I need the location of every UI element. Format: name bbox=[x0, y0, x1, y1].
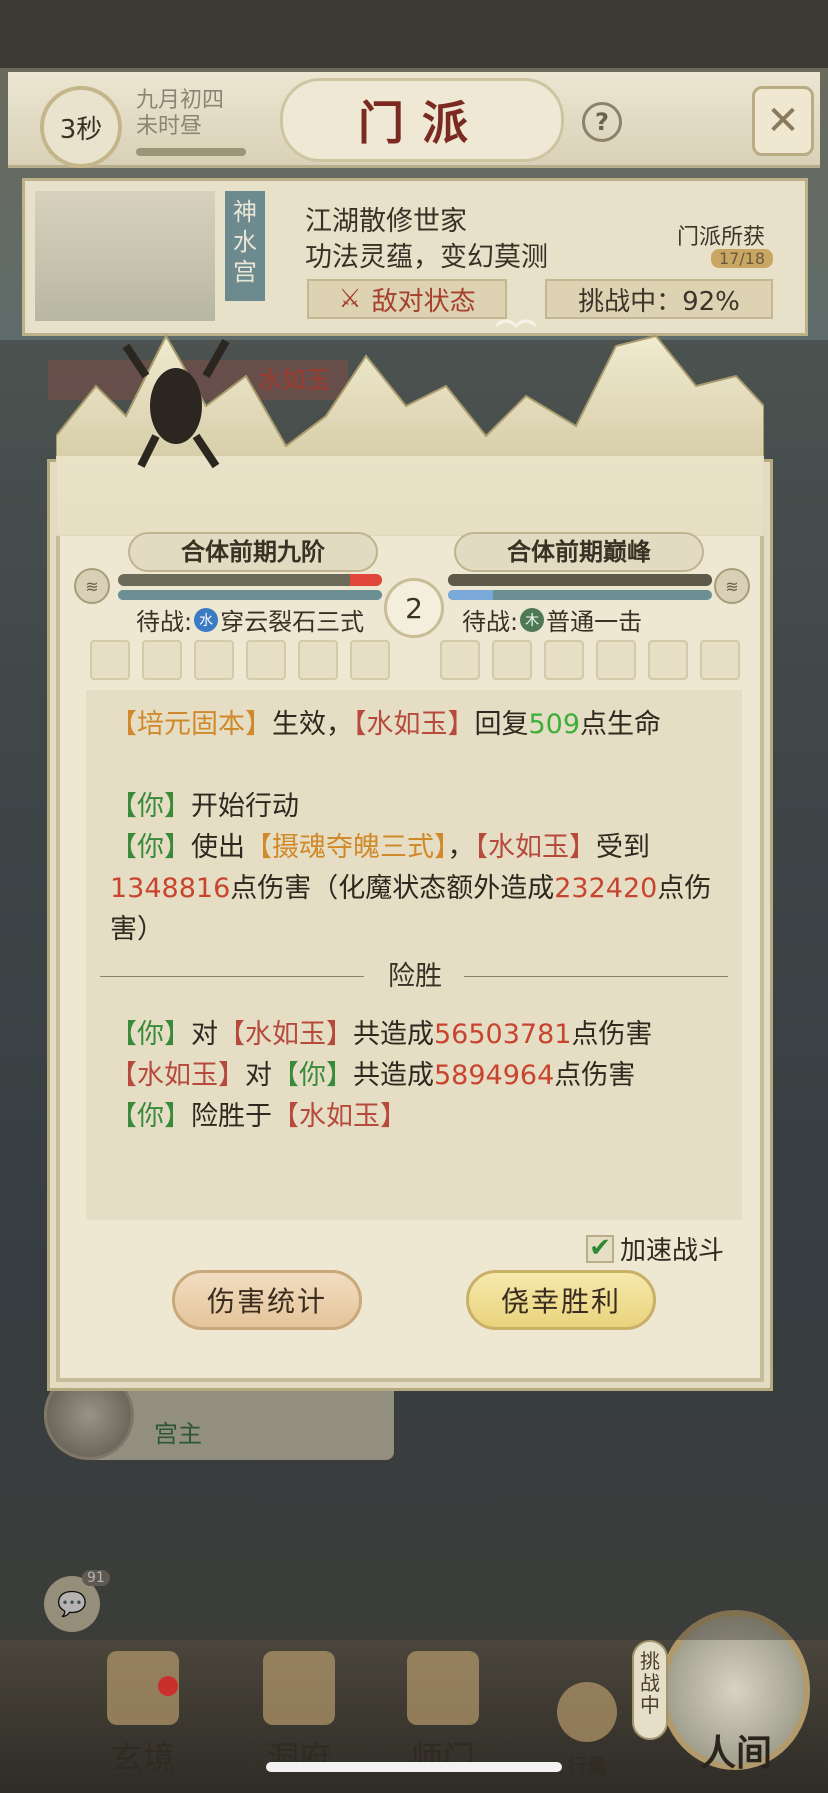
buff-slot bbox=[492, 640, 532, 680]
summary-line: 【你】险胜于【水如玉】 bbox=[110, 1101, 407, 1132]
buff-slot bbox=[90, 640, 130, 680]
pending-skill-name: 穿云裂石三式 bbox=[220, 608, 365, 636]
opponent-hp-fill bbox=[448, 574, 712, 586]
opponent-realm: 合体前期巅峰 bbox=[454, 532, 704, 572]
player-info-icon[interactable]: ≋ bbox=[74, 568, 110, 604]
nav-item-shimen[interactable]: 师门 bbox=[388, 1651, 498, 1779]
damage-stats-button[interactable]: 伤害统计 bbox=[172, 1270, 362, 1330]
wood-element-icon: 木 bbox=[520, 607, 545, 632]
game-screen: 3秒 九月初四 未时昼 门派 ? ✕ 神水宫 江湖散修世家 功法灵蕴，变幻莫测 … bbox=[0, 0, 828, 1793]
summary-line: 【水如玉】对【你】共造成5894964点伤害 bbox=[110, 1060, 636, 1091]
water-element-icon: 水 bbox=[194, 607, 219, 632]
player-realm: 合体前期九阶 bbox=[128, 532, 378, 572]
world-map-label: 人间 bbox=[700, 1732, 773, 1774]
notification-dot bbox=[158, 1676, 178, 1696]
battle-log[interactable]: 【培元固本】生效，【水如玉】回复509点生命 【你】开始行动 【你】使出【摄魂夺… bbox=[86, 690, 742, 1220]
day-progress-bar bbox=[136, 148, 246, 156]
sect-description-1: 江湖散修世家 bbox=[305, 206, 467, 237]
top-bar: 3秒 九月初四 未时昼 门派 ? ✕ bbox=[8, 72, 820, 168]
game-date: 九月初四 未时昼 bbox=[136, 88, 224, 140]
pending-skill-name: 普通一击 bbox=[546, 608, 643, 636]
buff-slot bbox=[194, 640, 234, 680]
buff-slot bbox=[142, 640, 182, 680]
banner-icon bbox=[407, 1651, 479, 1725]
nav-item-dongfu[interactable]: 洞府 bbox=[244, 1651, 354, 1779]
buff-slot bbox=[440, 640, 480, 680]
nav-label: 玄境 bbox=[110, 1739, 175, 1777]
log-line: 【你】开始行动 bbox=[110, 791, 299, 822]
opponent-pending-skill: 待战: 木 普通一击 bbox=[462, 602, 642, 637]
player-pending-skill: 待战: 水 穿云裂石三式 bbox=[136, 602, 364, 637]
buff-slot bbox=[648, 640, 688, 680]
sect-gains-label[interactable]: 门派所获 bbox=[677, 219, 765, 251]
pending-label: 待战: bbox=[136, 608, 193, 636]
bag-icon bbox=[557, 1682, 617, 1742]
nav-item-xuanjing[interactable]: 玄境 bbox=[88, 1651, 198, 1779]
player-mp-fill bbox=[118, 590, 382, 600]
countdown-timer: 3秒 bbox=[40, 86, 122, 168]
crane-icon bbox=[494, 319, 538, 329]
buff-slot bbox=[350, 640, 390, 680]
result-divider: 险胜 bbox=[100, 954, 728, 1004]
home-indicator bbox=[266, 1762, 562, 1772]
round-counter: 2 bbox=[384, 578, 444, 638]
player-buff-slots bbox=[90, 640, 390, 680]
pavilion-icon bbox=[263, 1651, 335, 1725]
opponent-hp-bar bbox=[448, 574, 712, 586]
page-title: 门派 bbox=[280, 78, 564, 162]
opponent-mp-fill bbox=[448, 590, 493, 600]
log-line: 【你】使出【摄魂夺魄三式】，【水如玉】受到1348816点伤害（化魔状态额外造成… bbox=[110, 832, 712, 945]
opponent-mp-bar bbox=[448, 590, 712, 600]
player-hp-fill bbox=[350, 574, 382, 586]
player-mp-bar bbox=[118, 590, 382, 600]
help-button[interactable]: ? bbox=[582, 102, 622, 142]
checkmark-icon[interactable]: ✔ bbox=[586, 1234, 614, 1263]
victory-button[interactable]: 侥幸胜利 bbox=[466, 1270, 656, 1330]
challenge-indicator[interactable]: 挑战中 bbox=[632, 1640, 668, 1740]
sect-name-banner: 神水宫 bbox=[225, 191, 265, 301]
sect-gains-count: 17/18 bbox=[711, 249, 774, 268]
date-line-1: 九月初四 bbox=[136, 88, 225, 113]
sect-description-2: 功法灵蕴，变幻莫测 bbox=[305, 242, 548, 273]
opponent-buff-slots bbox=[440, 640, 740, 680]
date-line-2: 未时昼 bbox=[136, 114, 203, 139]
opponent-info-icon[interactable]: ≋ bbox=[714, 568, 750, 604]
close-button[interactable]: ✕ bbox=[752, 86, 814, 156]
speed-up-label: 加速战斗 bbox=[620, 1236, 725, 1266]
buff-slot bbox=[700, 640, 740, 680]
speed-up-checkbox[interactable]: ✔ 加速战斗 bbox=[586, 1230, 724, 1267]
player-hp-bar bbox=[118, 574, 382, 586]
nav-label: 行囊 bbox=[567, 1754, 607, 1778]
buff-slot bbox=[246, 640, 286, 680]
buff-slot bbox=[298, 640, 338, 680]
log-line: 【培元固本】生效，【水如玉】回复509点生命 bbox=[110, 709, 662, 740]
pending-label: 待战: bbox=[462, 608, 519, 636]
buff-slot bbox=[596, 640, 636, 680]
summary-line: 【你】对【水如玉】共造成56503781点伤害 bbox=[110, 1019, 653, 1050]
buff-slot bbox=[544, 640, 584, 680]
mountain-scenery-image bbox=[56, 319, 764, 536]
